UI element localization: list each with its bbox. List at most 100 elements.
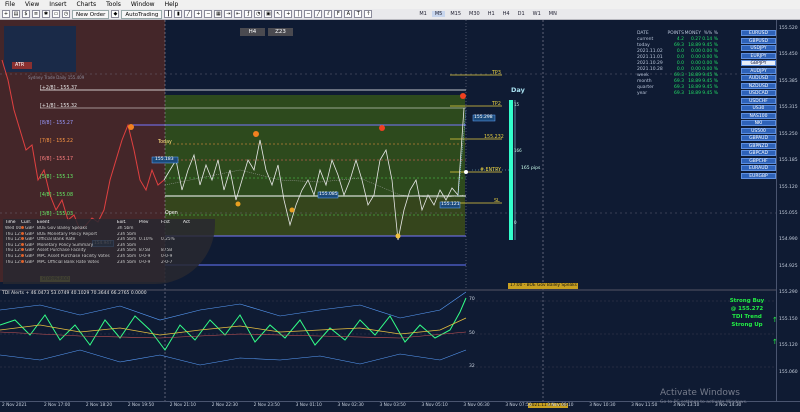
label-icon[interactable]: T bbox=[354, 10, 363, 18]
menu-insert[interactable]: Insert bbox=[44, 1, 71, 8]
level-label: [4/8] - 155.08 bbox=[40, 193, 74, 198]
channel-icon[interactable]: ⫽ bbox=[324, 10, 333, 18]
trendline-icon[interactable]: ╱ bbox=[314, 10, 323, 18]
symbol-button[interactable]: USDJPY bbox=[741, 45, 776, 51]
symbol-button[interactable]: US30 bbox=[741, 105, 776, 111]
today-label: Today bbox=[158, 140, 172, 145]
symbol-button[interactable]: NZDUSD bbox=[741, 82, 776, 89]
news-row[interactable]: Thu 12:00 GBPMPC Official Bank Rate Votes… bbox=[3, 259, 215, 266]
event-marker bbox=[460, 93, 466, 99]
menu-tools[interactable]: Tools bbox=[101, 1, 126, 8]
activation-watermark: Activate Windows bbox=[660, 388, 740, 398]
symbol-button[interactable]: GBPNZD bbox=[741, 142, 776, 149]
menu-view[interactable]: View bbox=[20, 1, 44, 8]
symbol-button[interactable]: US500 bbox=[741, 127, 776, 134]
event-marker bbox=[128, 124, 134, 130]
tf-h4[interactable]: H4 bbox=[500, 11, 513, 17]
symbol-button[interactable]: GBPCAD bbox=[741, 150, 776, 156]
navigator-icon[interactable]: ✱ bbox=[42, 10, 50, 18]
ind-level-label: 50 bbox=[469, 331, 475, 336]
indicators-icon[interactable]: ƒ bbox=[244, 10, 253, 18]
tdi-rsi-line bbox=[0, 297, 467, 351]
symbol-button[interactable]: AUDJPY bbox=[741, 67, 776, 74]
tf-w1[interactable]: W1 bbox=[530, 11, 544, 17]
symbol-button[interactable]: GBPJPY bbox=[741, 60, 776, 66]
time-label: 3 Nov 01:10 bbox=[295, 403, 322, 408]
data-window-icon[interactable]: ≡ bbox=[32, 10, 40, 18]
strategy-tester-icon[interactable]: ◷ bbox=[62, 10, 70, 18]
tf-h1[interactable]: H1 bbox=[485, 11, 498, 17]
impact-dot-icon bbox=[21, 242, 24, 246]
symbol-button[interactable]: GBPUSD bbox=[741, 37, 776, 44]
profiles-icon[interactable]: ▤ bbox=[12, 10, 20, 18]
new-order-button[interactable]: New Order bbox=[72, 9, 110, 19]
time-label: 2 Nov 17:00 bbox=[43, 403, 71, 408]
symbol-button[interactable]: GBPCHF bbox=[741, 157, 776, 164]
fibonacci-icon[interactable]: F bbox=[334, 10, 343, 18]
time-label: 3 Nov 06:30 bbox=[463, 403, 490, 408]
symbol-button[interactable]: EURGBP bbox=[741, 172, 776, 179]
price-axis[interactable]: 155.520 155.450 155.385 155.315 155.250 155.1… bbox=[776, 20, 800, 401]
templates-icon[interactable]: ▣ bbox=[264, 10, 273, 18]
tf-m5[interactable]: M5 bbox=[431, 11, 446, 17]
vertical-line-icon[interactable]: │ bbox=[294, 10, 303, 18]
candlestick-icon[interactable]: ▮ bbox=[174, 10, 183, 18]
news-header-cell: Exit. bbox=[117, 220, 127, 225]
crosshair-icon[interactable]: + bbox=[284, 10, 293, 18]
event-marker bbox=[289, 207, 295, 213]
price-label: 155.450 bbox=[779, 52, 798, 58]
entry-label: # ENTRY bbox=[480, 168, 502, 173]
metaeditor-icon[interactable]: ◆ bbox=[111, 10, 120, 18]
horizontal-line-icon[interactable]: ─ bbox=[304, 10, 313, 18]
menu-window[interactable]: Window bbox=[126, 1, 160, 8]
tf-m1[interactable]: M1 bbox=[416, 11, 430, 17]
news-header-cell: Act bbox=[183, 220, 190, 225]
tf-m30[interactable]: M30 bbox=[466, 11, 483, 17]
tf-m15[interactable]: M15 bbox=[447, 11, 464, 17]
tf-d1[interactable]: D1 bbox=[515, 11, 528, 17]
arrows-icon[interactable]: ↑ bbox=[364, 10, 373, 18]
scroll-icon[interactable]: ⇥ bbox=[224, 10, 233, 18]
terminal-icon[interactable]: ▭ bbox=[52, 10, 60, 18]
autotrading-button[interactable]: AutoTrading bbox=[121, 9, 163, 19]
price-label: 155.060 bbox=[779, 369, 798, 375]
price-label: 155.150 bbox=[779, 316, 798, 322]
ind-level-label: 70 bbox=[469, 297, 475, 302]
level-label: [5/8] - 155.13 bbox=[40, 175, 74, 180]
news-cell: 2-0-7 bbox=[161, 259, 173, 265]
zoom-out-icon[interactable]: − bbox=[204, 10, 213, 18]
text-icon[interactable]: A bbox=[344, 10, 353, 18]
menu-charts[interactable]: Charts bbox=[72, 1, 102, 8]
event-marker bbox=[395, 233, 401, 239]
symbol-button[interactable]: NKI bbox=[741, 120, 776, 126]
line-chart-icon[interactable]: ╱ bbox=[184, 10, 193, 18]
tf-mn[interactable]: MN bbox=[546, 11, 560, 17]
news-panel: Time Curr. Event Exit. Prev Fcst Act Wed… bbox=[3, 219, 215, 284]
bar-chart-icon[interactable]: ┃ bbox=[164, 10, 173, 18]
impact-dot-icon bbox=[21, 248, 24, 252]
menu-help[interactable]: Help bbox=[160, 1, 184, 8]
periods-icon[interactable]: ◔ bbox=[254, 10, 263, 18]
symbol-button[interactable]: EURJPY bbox=[741, 52, 776, 59]
new-chart-icon[interactable]: + bbox=[2, 10, 10, 18]
symbol-button[interactable]: USDCAD bbox=[741, 90, 776, 96]
symbol-button[interactable]: NAS100 bbox=[741, 112, 776, 119]
menu-file[interactable]: File bbox=[0, 1, 20, 8]
cursor-icon[interactable]: ↖ bbox=[274, 10, 283, 18]
price-label: 154.925 bbox=[779, 263, 798, 269]
impact-dot-icon bbox=[21, 226, 24, 229]
symbol-button[interactable]: EURUSD bbox=[741, 30, 776, 36]
market-watch-icon[interactable]: $ bbox=[22, 10, 30, 18]
tile-windows-icon[interactable]: ▦ bbox=[214, 10, 223, 18]
price-label: 155.290 bbox=[779, 290, 798, 296]
price-box-label: 155.183 bbox=[155, 157, 174, 162]
price-label: 155.120 bbox=[779, 343, 798, 349]
zoom-in-icon[interactable]: + bbox=[194, 10, 203, 18]
level-label: [8/8] - 155.27 bbox=[40, 121, 74, 126]
symbol-button[interactable]: AUDUSD bbox=[741, 75, 776, 81]
shift-icon[interactable]: ⇤ bbox=[234, 10, 243, 18]
symbol-button[interactable]: EURAUD bbox=[741, 165, 776, 171]
symbol-button[interactable]: USDCHF bbox=[741, 97, 776, 104]
price-label: 155.055 bbox=[779, 211, 798, 216]
symbol-button[interactable]: GBPAUD bbox=[741, 135, 776, 141]
